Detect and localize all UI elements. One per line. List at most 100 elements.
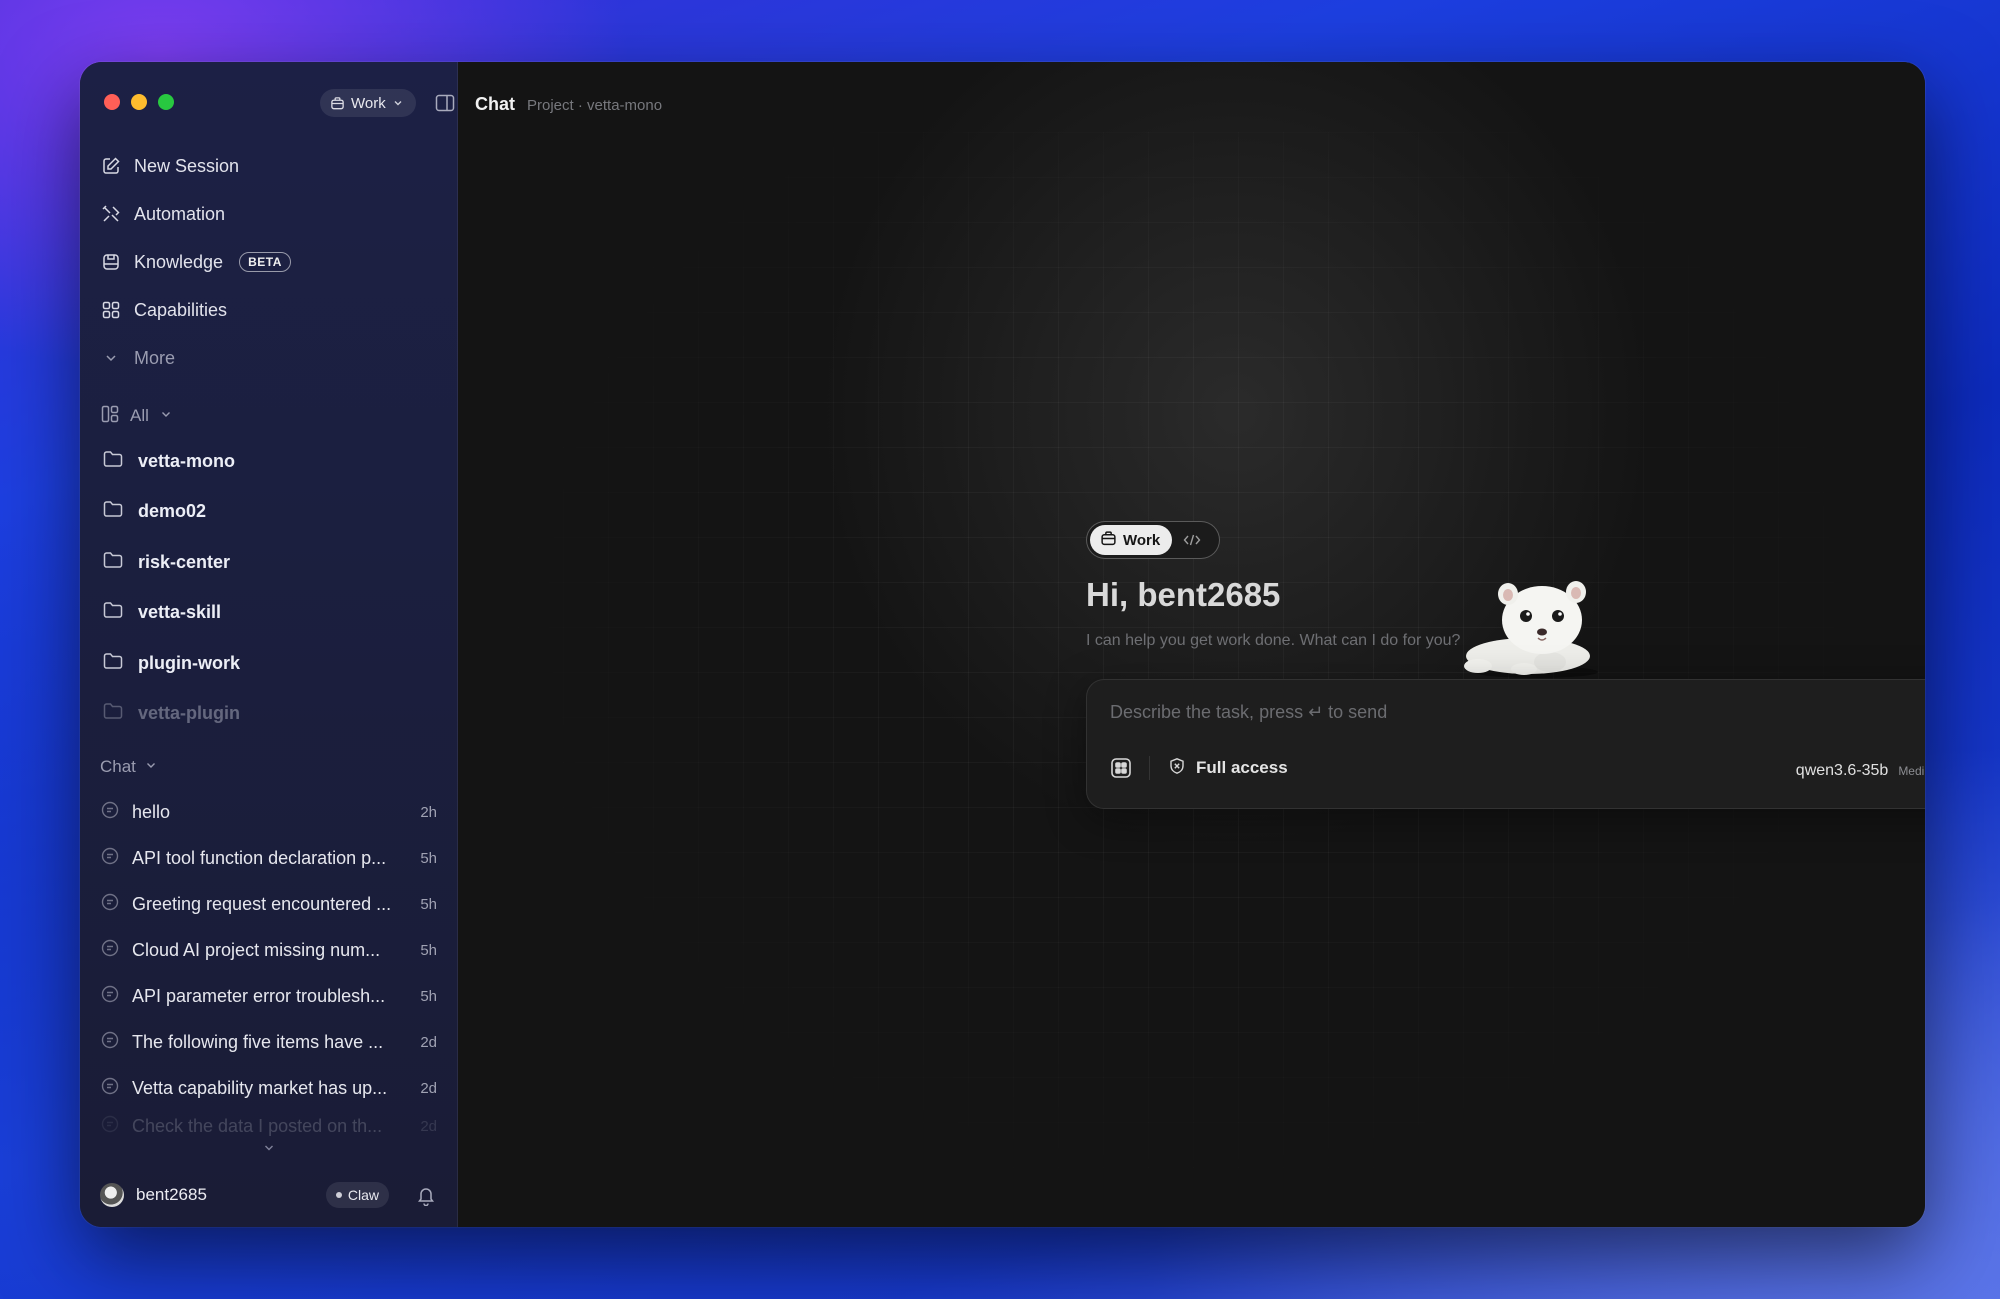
chat-age: 5h bbox=[420, 895, 437, 913]
mode-toggle: Work bbox=[1086, 521, 1220, 559]
chat-age: 2d bbox=[420, 1079, 437, 1097]
project-item-vetta-skill[interactable]: vetta-skill bbox=[100, 588, 437, 639]
project-item-vetta-mono[interactable]: vetta-mono bbox=[100, 436, 437, 487]
folder-icon bbox=[102, 651, 124, 676]
chat-list: hello 2h API tool function declaration p… bbox=[100, 789, 437, 1157]
project-name: risk-center bbox=[138, 551, 231, 572]
shield-icon bbox=[1168, 757, 1186, 780]
project-list: vetta-mono demo02 risk-center vetta-skil… bbox=[100, 436, 437, 739]
chat-bubble-icon bbox=[100, 846, 120, 871]
chat-title: hello bbox=[132, 801, 171, 822]
chat-title: API parameter error troublesh... bbox=[132, 985, 386, 1006]
project-item-vetta-plugin[interactable]: vetta-plugin bbox=[100, 689, 437, 740]
nav-more[interactable]: More bbox=[100, 334, 437, 382]
project-name: vetta-mono bbox=[138, 450, 236, 471]
project-name: demo02 bbox=[138, 501, 207, 522]
briefcase-icon bbox=[1100, 530, 1117, 551]
chat-age: 5h bbox=[420, 941, 437, 959]
project-name: vetta-skill bbox=[138, 602, 222, 623]
chat-bubble-icon bbox=[100, 800, 120, 825]
close-window-button[interactable] bbox=[104, 94, 120, 110]
chevron-down-icon bbox=[100, 347, 122, 369]
automation-icon bbox=[100, 203, 122, 225]
bell-icon[interactable] bbox=[415, 1184, 437, 1207]
chat-list-item[interactable]: API tool function declaration p... 5h bbox=[100, 835, 437, 881]
compose-icon bbox=[100, 155, 122, 177]
nav-label: Automation bbox=[134, 203, 226, 224]
nav-new-session[interactable]: New Session bbox=[100, 142, 437, 190]
chat-title: Vetta capability market has up... bbox=[132, 1077, 388, 1098]
project-item-risk-center[interactable]: risk-center bbox=[100, 537, 437, 588]
chat-title: API tool function declaration p... bbox=[132, 847, 387, 868]
chevron-down-icon bbox=[159, 406, 173, 426]
chat-list-item[interactable]: API parameter error troublesh... 5h bbox=[100, 973, 437, 1019]
claw-status-badge[interactable]: Claw bbox=[325, 1182, 389, 1208]
project-item-demo02[interactable]: demo02 bbox=[100, 487, 437, 538]
sidebar-toggle-icon[interactable] bbox=[434, 92, 458, 116]
composer-tools: Full access bbox=[1109, 756, 1288, 780]
chat-section-label: Chat bbox=[100, 757, 136, 776]
sidebar: Work New Session Automation Knowledge BE… bbox=[80, 62, 458, 1227]
chat-list-item[interactable]: Check the data I posted on th... 2d bbox=[100, 1111, 437, 1141]
nav-capabilities[interactable]: Capabilities bbox=[100, 286, 437, 334]
folder-icon bbox=[102, 550, 124, 575]
chat-bubble-icon bbox=[100, 892, 120, 917]
claw-label: Claw bbox=[347, 1187, 379, 1203]
apps-grid-icon[interactable] bbox=[1109, 756, 1133, 780]
code-icon[interactable] bbox=[1172, 533, 1212, 547]
status-dot-icon bbox=[335, 1192, 342, 1198]
nav-label: Knowledge bbox=[134, 251, 224, 272]
sidebar-topbar: Work bbox=[100, 62, 455, 142]
user-name[interactable]: bent2685 bbox=[136, 1185, 314, 1205]
folder-icon bbox=[102, 499, 124, 524]
background-grid bbox=[518, 132, 1865, 1187]
chat-title: Cloud AI project missing num... bbox=[132, 939, 381, 960]
chat-list-item[interactable]: Vetta capability market has up... 2d bbox=[100, 1065, 437, 1111]
main-header: Chat Project · vetta-mono bbox=[475, 94, 662, 115]
ferret-mascot-illustration bbox=[1458, 570, 1618, 680]
chat-age: 2d bbox=[420, 1117, 437, 1135]
folder-icon bbox=[102, 600, 124, 625]
chat-section-toggle[interactable]: Chat bbox=[100, 745, 437, 789]
chat-age: 5h bbox=[420, 849, 437, 867]
chevron-down-icon bbox=[392, 97, 404, 109]
nav-label: Capabilities bbox=[134, 299, 228, 320]
access-label: Full access bbox=[1196, 758, 1288, 777]
mode-work-button[interactable]: Work bbox=[1090, 525, 1173, 555]
chat-list-item[interactable]: The following five items have ... 2d bbox=[100, 1019, 437, 1065]
beta-badge: BETA bbox=[239, 252, 291, 272]
access-level-button[interactable]: Full access bbox=[1168, 757, 1288, 780]
maximize-window-button[interactable] bbox=[158, 94, 174, 110]
minimize-window-button[interactable] bbox=[131, 94, 147, 110]
workspace-selector[interactable]: Work bbox=[320, 89, 416, 117]
project-filter[interactable]: All bbox=[100, 396, 437, 436]
grid-icon bbox=[100, 299, 122, 321]
briefcase-icon bbox=[330, 96, 345, 111]
project-name: plugin-work bbox=[138, 652, 240, 673]
nav-automation[interactable]: Automation bbox=[100, 190, 437, 238]
folder-icon bbox=[102, 449, 124, 474]
chat-list-item[interactable]: hello 2h bbox=[100, 789, 437, 835]
workspace-label: Work bbox=[351, 94, 386, 112]
chat-bubble-icon bbox=[100, 1114, 120, 1139]
greeting-subtitle: I can help you get work done. What can I… bbox=[1086, 632, 1461, 649]
avatar[interactable] bbox=[100, 1183, 124, 1207]
chat-title: The following five items have ... bbox=[132, 1031, 384, 1052]
chat-bubble-icon bbox=[100, 938, 120, 963]
model-effort: Medium bbox=[1898, 764, 1925, 778]
nav-knowledge[interactable]: Knowledge BETA bbox=[100, 238, 437, 286]
chat-list-item[interactable]: Greeting request encountered ... 5h bbox=[100, 881, 437, 927]
scroll-down-icon[interactable] bbox=[100, 1141, 437, 1157]
breadcrumb[interactable]: Project · vetta-mono bbox=[527, 97, 662, 114]
filter-label: All bbox=[130, 406, 149, 425]
model-selector[interactable]: qwen3.6-35b Medium bbox=[1796, 762, 1925, 780]
chat-composer: Describe the task, press ↵ to send Full … bbox=[1086, 679, 1925, 809]
chat-list-item[interactable]: Cloud AI project missing num... 5h bbox=[100, 927, 437, 973]
chat-bubble-icon bbox=[100, 1030, 120, 1055]
user-bar: bent2685 Claw bbox=[100, 1175, 437, 1215]
task-input[interactable]: Describe the task, press ↵ to send bbox=[1110, 702, 1387, 723]
page-title: Chat bbox=[475, 94, 515, 114]
project-item-plugin-work[interactable]: plugin-work bbox=[100, 638, 437, 689]
knowledge-icon bbox=[100, 251, 122, 273]
folder-icon bbox=[102, 701, 124, 726]
